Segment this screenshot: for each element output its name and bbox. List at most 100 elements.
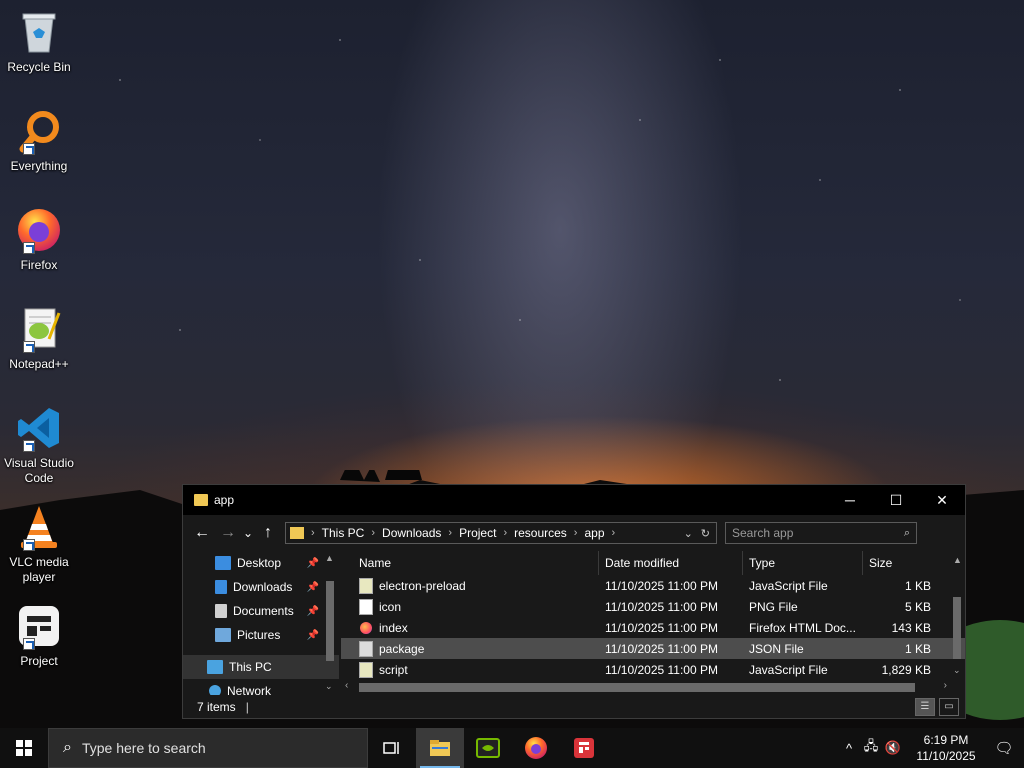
file-size: 1 KB (904, 578, 931, 593)
column-header-name[interactable]: Name (341, 551, 599, 575)
file-name: script (379, 662, 408, 677)
file-type: PNG File (749, 599, 798, 614)
file-explorer-window: app ─ ☐ ✕ ← → ⌄ ↑ › This PC › Downloads … (182, 484, 966, 719)
file-row-selected[interactable]: package 11/10/2025 11:00 PM JSON File 1 … (341, 638, 965, 659)
breadcrumb-this-pc[interactable]: This PC (318, 526, 369, 540)
desktop-icon-label: Project (20, 654, 58, 668)
file-name: icon (379, 599, 402, 614)
breadcrumb-resources[interactable]: resources (510, 526, 571, 540)
desktop-icon-vlc[interactable]: VLC media player (2, 503, 76, 585)
file-row[interactable]: index 11/10/2025 11:00 PM Firefox HTML D… (341, 617, 965, 638)
vertical-scrollbar[interactable]: ▲ ⌄ (949, 551, 965, 681)
volume-muted-icon[interactable]: 🔇 (882, 740, 904, 756)
title-bar[interactable]: app ─ ☐ ✕ (183, 485, 965, 515)
close-button[interactable]: ✕ (919, 485, 965, 515)
json-file-icon (359, 640, 373, 657)
desktop-icon-vscode[interactable]: Visual Studio Code (2, 404, 76, 486)
column-header-date-modified[interactable]: Date modified (599, 551, 743, 575)
recycle-bin-icon (15, 8, 63, 56)
vscode-icon (15, 404, 63, 452)
refresh-icon[interactable]: ↻ (701, 527, 710, 540)
scroll-left-icon[interactable]: ‹ (345, 680, 348, 691)
scroll-down-icon[interactable]: ⌄ (325, 681, 333, 692)
nav-item-documents[interactable]: Documents 📌 (183, 599, 339, 623)
this-pc-icon (207, 660, 223, 674)
firefox-html-file-icon (360, 621, 372, 634)
recent-locations-button[interactable]: ⌄ (241, 520, 255, 546)
taskbar-nvidia[interactable] (464, 728, 512, 768)
task-view-button[interactable] (368, 728, 416, 768)
taskbar-search-box[interactable]: ⌕ Type here to search (48, 728, 368, 768)
scroll-up-icon[interactable]: ▲ (325, 553, 334, 563)
column-header-size[interactable]: Size (863, 551, 933, 575)
nav-pane-scrollbar[interactable]: ▲ ⌄ (323, 551, 337, 695)
desktop-icon-everything[interactable]: Everything (2, 107, 76, 174)
desktop-icon-project[interactable]: Project (2, 602, 76, 669)
nav-item-network[interactable]: Network (183, 679, 339, 695)
taskbar-firefox[interactable] (512, 728, 560, 768)
desktop-icon-recycle-bin[interactable]: Recycle Bin (2, 8, 76, 75)
nav-item-downloads[interactable]: Downloads 📌 (183, 575, 339, 599)
start-button[interactable] (0, 728, 48, 768)
file-date: 11/10/2025 11:00 PM (605, 620, 718, 635)
javascript-file-icon (359, 661, 373, 678)
file-row[interactable]: script 11/10/2025 11:00 PM JavaScript Fi… (341, 659, 965, 680)
breadcrumb-project[interactable]: Project (455, 526, 500, 540)
shortcut-arrow-icon (23, 242, 35, 254)
file-type: JavaScript File (749, 578, 828, 593)
file-date: 11/10/2025 11:00 PM (605, 599, 718, 614)
column-header-type[interactable]: Type (743, 551, 863, 575)
scrollbar-thumb[interactable] (326, 581, 334, 661)
javascript-file-icon (359, 577, 373, 594)
details-view-icon[interactable]: ☰ (915, 697, 935, 716)
file-type: Firefox HTML Doc... (749, 620, 856, 635)
clock[interactable]: 6:19 PM 11/10/2025 (908, 732, 984, 764)
column-header-row: Name Date modified Type Size (341, 551, 965, 575)
nav-item-label: Pictures (237, 628, 281, 642)
navigation-pane: Desktop 📌 Downloads 📌 Documents 📌 Pictur… (183, 551, 339, 695)
scroll-right-icon[interactable]: › (944, 680, 947, 691)
scroll-down-icon[interactable]: ⌄ (953, 665, 961, 676)
shortcut-arrow-icon (23, 539, 35, 551)
window-title: app (214, 493, 235, 507)
desktop-icon-label: Visual Studio Code (4, 456, 74, 485)
taskbar-project[interactable] (560, 728, 608, 768)
search-field[interactable]: ⌕ (725, 522, 917, 544)
taskbar-file-explorer[interactable] (416, 728, 464, 768)
minimize-button[interactable]: ─ (827, 485, 873, 515)
scrollbar-thumb[interactable] (359, 683, 915, 692)
nav-item-desktop[interactable]: Desktop 📌 (183, 551, 339, 575)
file-list-pane: Name Date modified Type Size electron-pr… (341, 551, 965, 695)
taskbar-search-placeholder: Type here to search (81, 740, 206, 756)
horizontal-scrollbar[interactable]: ‹ › (341, 679, 949, 695)
file-size: 5 KB (904, 599, 931, 614)
file-row[interactable]: electron-preload 11/10/2025 11:00 PM Jav… (341, 575, 965, 596)
breadcrumb-separator: › (371, 527, 376, 539)
item-count: 7 items (197, 699, 236, 714)
show-hidden-icons-chevron-icon[interactable]: ^ (838, 741, 860, 756)
back-button[interactable]: ← (189, 520, 215, 546)
system-tray: ^ 🖧 🔇 6:19 PM 11/10/2025 🗨 (838, 728, 1024, 768)
desktop-icon-notepad-plus-plus[interactable]: Notepad++ (2, 305, 76, 372)
downloads-icon (215, 580, 227, 594)
notification-center-icon[interactable]: 🗨 (984, 728, 1024, 768)
breadcrumb-app[interactable]: app (580, 526, 608, 540)
maximize-button[interactable]: ☐ (873, 485, 919, 515)
address-bar[interactable]: › This PC › Downloads › Project › resour… (285, 522, 717, 544)
desktop-icon-firefox[interactable]: Firefox (2, 206, 76, 273)
nav-item-this-pc[interactable]: This PC (183, 655, 339, 679)
up-button[interactable]: ↑ (255, 520, 281, 546)
large-icons-view-icon[interactable]: ▭ (939, 697, 959, 716)
file-name: electron-preload (379, 578, 466, 593)
breadcrumb-downloads[interactable]: Downloads (378, 526, 445, 540)
search-input[interactable] (732, 526, 892, 540)
forward-button[interactable]: → (215, 520, 241, 546)
search-icon: ⌕ (63, 739, 72, 756)
file-row[interactable]: icon 11/10/2025 11:00 PM PNG File 5 KB (341, 596, 965, 617)
scrollbar-thumb[interactable] (953, 597, 961, 659)
scroll-up-icon[interactable]: ▲ (953, 555, 962, 565)
nav-item-pictures[interactable]: Pictures 📌 (183, 623, 339, 647)
address-dropdown-icon[interactable]: ⌄ (684, 527, 693, 540)
desktop-icon (215, 556, 231, 570)
network-icon[interactable]: 🖧 (860, 737, 882, 759)
